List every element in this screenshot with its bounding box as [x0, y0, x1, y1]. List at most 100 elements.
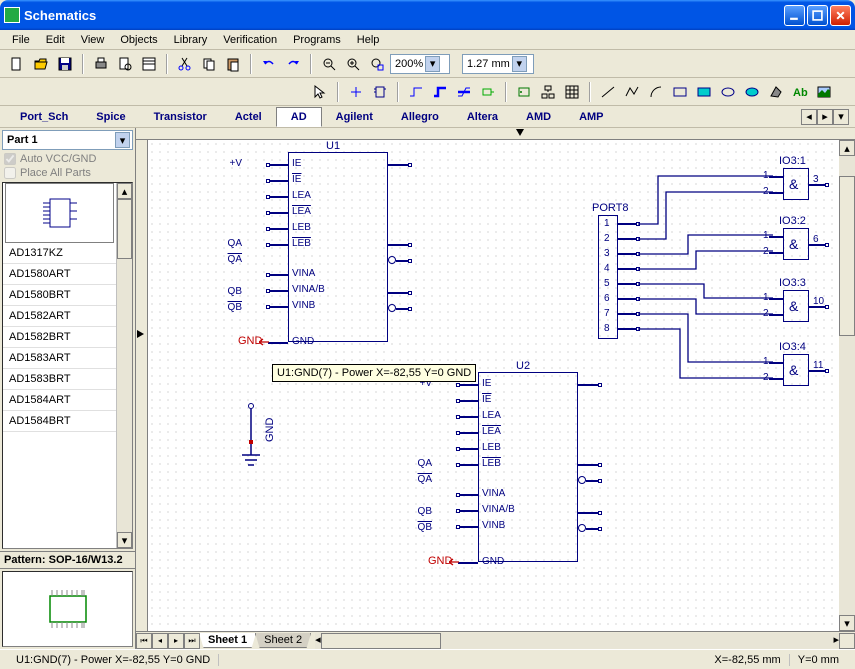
wire-icon[interactable]: [405, 81, 427, 103]
part-item[interactable]: AD1582ART: [3, 306, 116, 327]
libtab-portsch[interactable]: Port_Sch: [6, 108, 82, 126]
part-item[interactable]: AD1584BRT: [3, 411, 116, 432]
new-icon[interactable]: [6, 53, 28, 75]
busconnector-icon[interactable]: [453, 81, 475, 103]
poly-icon[interactable]: [765, 81, 787, 103]
libtab-allegro[interactable]: Allegro: [387, 108, 453, 126]
chevron-down-icon[interactable]: ▾: [425, 56, 440, 72]
line-icon[interactable]: [597, 81, 619, 103]
scroll-up-icon[interactable]: ▴: [839, 140, 855, 156]
part-item[interactable]: AD1583BRT: [3, 369, 116, 390]
part-icon[interactable]: [513, 81, 535, 103]
paste-icon[interactable]: [222, 53, 244, 75]
scroll-down-icon[interactable]: ▾: [839, 615, 855, 631]
auto-vcc-checkbox[interactable]: [4, 153, 16, 165]
libtab-ad[interactable]: AD: [276, 107, 322, 127]
part-item[interactable]: AD1580ART: [3, 264, 116, 285]
component-icon[interactable]: [345, 81, 367, 103]
part-item[interactable]: AD1580BRT: [3, 285, 116, 306]
menu-file[interactable]: File: [4, 32, 38, 48]
vertical-ruler: [136, 140, 148, 631]
part-item[interactable]: AD1584ART: [3, 390, 116, 411]
ic-icon[interactable]: [369, 81, 391, 103]
open-icon[interactable]: [30, 53, 52, 75]
scroll-thumb[interactable]: [117, 199, 132, 259]
cut-icon[interactable]: [174, 53, 196, 75]
svg-text:Abc: Abc: [793, 87, 808, 99]
libtab-amp[interactable]: AMP: [565, 108, 617, 126]
menu-view[interactable]: View: [73, 32, 113, 48]
libtab-amd[interactable]: AMD: [512, 108, 565, 126]
menu-help[interactable]: Help: [349, 32, 388, 48]
rect-fill-icon[interactable]: [693, 81, 715, 103]
scroll-up-icon[interactable]: ▴: [117, 183, 132, 199]
schematic-canvas[interactable]: U1 IE IE LEA LEA LEB LEB VINA VINA/B: [148, 140, 839, 631]
ellipse-fill-icon[interactable]: [741, 81, 763, 103]
place-all-check[interactable]: Place All Parts: [0, 166, 135, 180]
libtab-menu-icon[interactable]: ▾: [833, 109, 849, 125]
save-icon[interactable]: [54, 53, 76, 75]
close-button[interactable]: [830, 5, 851, 26]
place-all-label: Place All Parts: [20, 167, 91, 179]
menu-edit[interactable]: Edit: [38, 32, 73, 48]
grid-combo[interactable]: 1.27 mm▾: [462, 54, 534, 74]
zoom-window-icon[interactable]: [366, 53, 388, 75]
menu-programs[interactable]: Programs: [285, 32, 349, 48]
part-item[interactable]: AD1583ART: [3, 348, 116, 369]
undo-icon[interactable]: [258, 53, 280, 75]
grid-icon[interactable]: [561, 81, 583, 103]
part-item[interactable]: AD1317KZ: [3, 243, 116, 264]
canvas-vscrollbar[interactable]: ▴ ▾: [839, 140, 855, 631]
menu-objects[interactable]: Objects: [112, 32, 165, 48]
u1-ref: U1: [326, 140, 340, 152]
arc-icon[interactable]: [645, 81, 667, 103]
zoom-value: 200%: [395, 58, 423, 70]
main-toolbar: 200%▾ 1.27 mm▾: [0, 50, 855, 78]
rect-icon[interactable]: [669, 81, 691, 103]
netport-icon[interactable]: [477, 81, 499, 103]
image-icon[interactable]: [813, 81, 835, 103]
zoom-in-icon[interactable]: [342, 53, 364, 75]
ellipse-icon[interactable]: [717, 81, 739, 103]
hierarchy-icon[interactable]: [537, 81, 559, 103]
maximize-button[interactable]: [807, 5, 828, 26]
part-selector-value: Part 1: [7, 134, 113, 146]
minimize-button[interactable]: [784, 5, 805, 26]
libtab-actel[interactable]: Actel: [221, 108, 276, 126]
cursor-icon[interactable]: [309, 81, 331, 103]
grid-value: 1.27 mm: [467, 58, 510, 70]
zoom-out-icon[interactable]: [318, 53, 340, 75]
part-list-scrollbar[interactable]: ▴ ▾: [116, 183, 132, 548]
print-icon[interactable]: [90, 53, 112, 75]
tooltip: U1:GND(7) - Power X=-82,55 Y=0 GND: [272, 364, 476, 382]
scroll-thumb[interactable]: [839, 176, 855, 336]
libtab-spice[interactable]: Spice: [82, 108, 139, 126]
libtab-next-icon[interactable]: ▸: [817, 109, 833, 125]
auto-vcc-check[interactable]: Auto VCC/GND: [0, 152, 135, 166]
libtab-agilent[interactable]: Agilent: [322, 108, 387, 126]
window-title: Schematics: [24, 8, 784, 23]
statusbar: U1:GND(7) - Power X=-82,55 Y=0 GND X=-82…: [0, 649, 855, 669]
polyline-icon[interactable]: [621, 81, 643, 103]
libtab-prev-icon[interactable]: ◂: [801, 109, 817, 125]
libtab-altera[interactable]: Altera: [453, 108, 512, 126]
bus-icon[interactable]: [429, 81, 451, 103]
pattern-preview: [2, 571, 133, 647]
scroll-down-icon[interactable]: ▾: [117, 532, 132, 548]
zoom-combo[interactable]: 200%▾: [390, 54, 450, 74]
part-selector[interactable]: Part 1 ▾: [2, 130, 133, 150]
chevron-down-icon[interactable]: ▾: [115, 132, 130, 148]
libtab-transistor[interactable]: Transistor: [140, 108, 221, 126]
redo-icon[interactable]: [282, 53, 304, 75]
titles-icon[interactable]: [138, 53, 160, 75]
copy-icon[interactable]: [198, 53, 220, 75]
text-icon[interactable]: Abc: [789, 81, 811, 103]
part-item[interactable]: AD1582BRT: [3, 327, 116, 348]
place-all-checkbox[interactable]: [4, 167, 16, 179]
print-preview-icon[interactable]: [114, 53, 136, 75]
gnd-label: GND: [264, 418, 276, 442]
chevron-down-icon[interactable]: ▾: [512, 56, 527, 72]
menu-verification[interactable]: Verification: [215, 32, 285, 48]
ground-symbol[interactable]: GND: [238, 400, 264, 483]
menu-library[interactable]: Library: [166, 32, 216, 48]
